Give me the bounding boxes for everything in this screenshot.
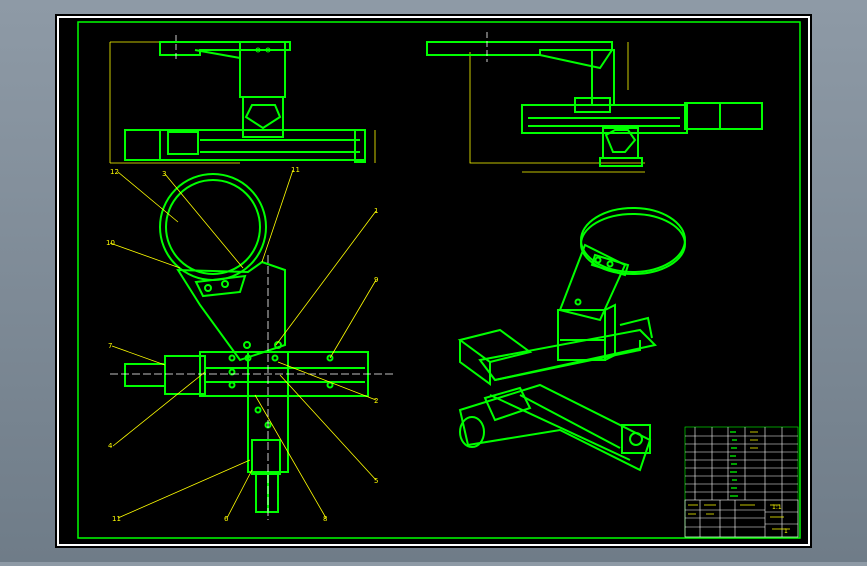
callout-label: 8 <box>323 515 327 523</box>
sheet-number: 1 <box>784 528 788 535</box>
scale-value: 1:1 <box>772 504 782 511</box>
callout-label: 2 <box>374 397 378 405</box>
callout-label: 11 <box>112 515 121 523</box>
callout-label: 3 <box>162 170 166 178</box>
callout-label: 4 <box>108 442 113 450</box>
callout-label: 10 <box>106 239 115 247</box>
drawing-canvas: 12 3 11 1 10 9 7 4 2 5 11 6 8 1:1 1 <box>55 14 812 548</box>
callout-label: 6 <box>224 515 229 523</box>
callout-label: 5 <box>374 477 378 485</box>
cad-viewport: 12 3 11 1 10 9 7 4 2 5 11 6 8 1:1 1 <box>0 0 867 562</box>
callout-label: 11 <box>291 166 300 174</box>
callout-label: 7 <box>108 342 112 350</box>
callout-label: 1 <box>374 207 378 215</box>
callout-label: 9 <box>374 276 378 284</box>
callout-label: 12 <box>110 168 119 176</box>
